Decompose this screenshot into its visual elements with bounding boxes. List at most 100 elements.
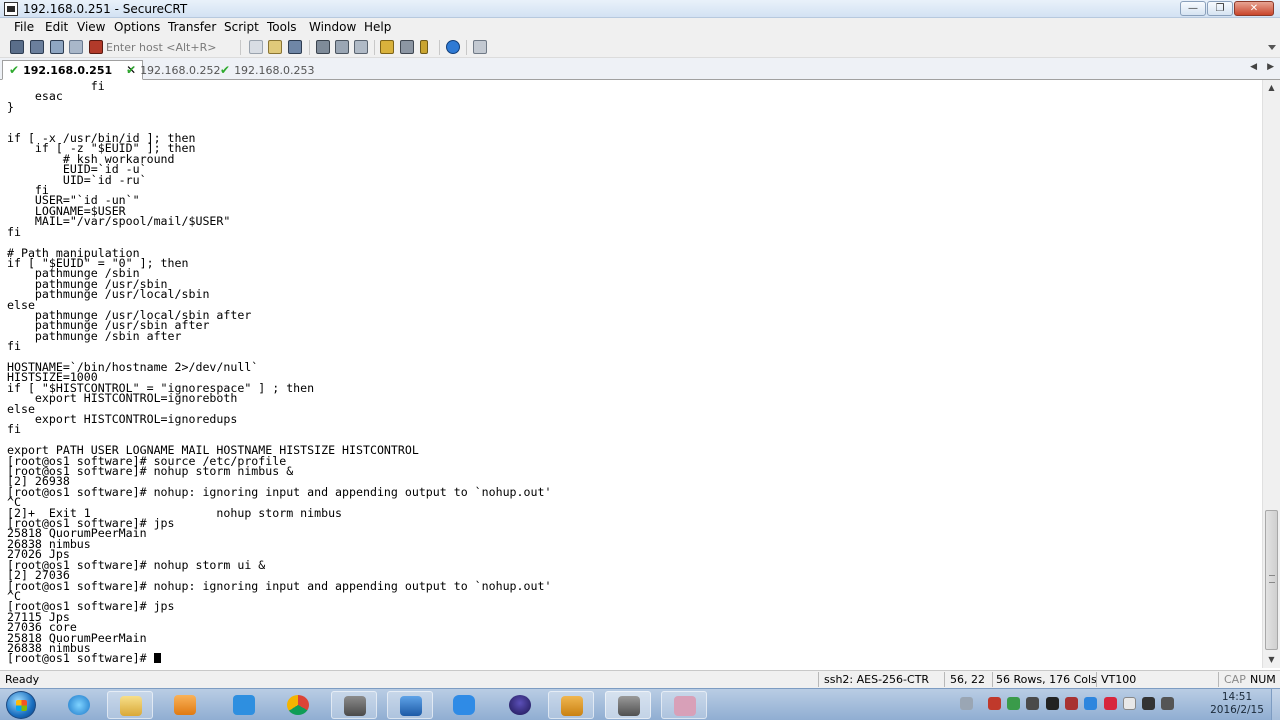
terminal-scrollbar[interactable]: ▲ ▼ — [1262, 80, 1280, 668]
terminal-line: MAIL="/var/spool/mail/$USER" — [7, 214, 231, 229]
securecrt-app-icon[interactable] — [4, 2, 18, 16]
toolbar-separator — [374, 40, 375, 55]
terminal-line: UID=`id -ru` — [7, 172, 147, 187]
tray-security-icon[interactable] — [1007, 697, 1020, 710]
terminal-line: [root@os1 software]# jps — [7, 599, 175, 614]
status-divider — [992, 672, 993, 687]
taskbar-app-window-3[interactable] — [548, 691, 594, 719]
terminal-line: export HISTCONTROL=ignoredups — [7, 412, 238, 426]
connect-in-tab-icon[interactable] — [50, 40, 64, 54]
terminal-window[interactable]: fi esac} if [ -x /usr/bin/id ]; then if … — [0, 80, 1262, 668]
minimize-button[interactable]: — — [1180, 1, 1206, 16]
maximize-button[interactable]: ❐ — [1207, 1, 1233, 16]
terminal-line: [root@os1 software]# nohup storm nimbus … — [7, 464, 294, 479]
taskbar-app-window-2[interactable] — [387, 691, 433, 719]
tab-label: 192.168.0.251 — [23, 63, 113, 77]
terminal-line: [root@os1 software]# nohup storm ui & — [7, 557, 266, 572]
tray-keyboard-icon[interactable] — [960, 697, 973, 710]
connect-icon[interactable] — [10, 40, 24, 54]
tab-session-252[interactable]: ✔ 192.168.0.252 — [120, 60, 227, 80]
scroll-thumb[interactable] — [1265, 510, 1278, 650]
tray-battery-icon[interactable] — [1123, 697, 1136, 710]
status-cipher: ssh2: AES-256-CTR — [824, 673, 930, 686]
disconnect-icon[interactable] — [89, 40, 103, 54]
status-divider — [944, 672, 945, 687]
taskbar-securecrt-active[interactable] — [605, 691, 651, 719]
print-setup-icon[interactable] — [354, 40, 368, 54]
find-icon[interactable] — [288, 40, 302, 54]
menu-window[interactable]: Window — [309, 20, 356, 34]
clock-date: 2016/2/15 — [1210, 704, 1264, 716]
terminal-line: fi — [7, 224, 21, 239]
menu-transfer[interactable]: Transfer — [168, 20, 216, 34]
quick-connect-icon[interactable] — [30, 40, 44, 54]
terminal-line: pathmunge /usr/local/sbin — [7, 287, 210, 302]
menu-file[interactable]: File — [14, 20, 34, 34]
tab-scroll-left-icon[interactable]: ◀ — [1250, 62, 1257, 72]
print-icon[interactable] — [316, 40, 330, 54]
menu-bar: File Edit View Options Transfer Script T… — [0, 18, 1280, 37]
dragonfly-app-icon — [674, 696, 696, 716]
taskbar-eclipse[interactable] — [497, 691, 543, 719]
tray-volume-icon[interactable] — [1161, 697, 1174, 710]
reconnect-icon[interactable] — [69, 40, 83, 54]
menu-edit[interactable]: Edit — [45, 20, 68, 34]
terminal-line: 27115 Jps — [7, 609, 70, 624]
status-bar: Ready ssh2: AES-256-CTR 56, 22 56 Rows, … — [0, 670, 1280, 688]
print-selection-icon[interactable] — [335, 40, 349, 54]
taskbar-media-player[interactable] — [162, 691, 208, 719]
menu-help[interactable]: Help — [364, 20, 391, 34]
menu-options[interactable]: Options — [114, 20, 160, 34]
start-button[interactable] — [6, 691, 36, 719]
tray-network-icon[interactable] — [1142, 697, 1155, 710]
copy-icon[interactable] — [249, 40, 263, 54]
session-options-icon[interactable] — [380, 40, 394, 54]
tray-cloud-icon[interactable] — [1084, 697, 1097, 710]
taskbar-app-window-4[interactable] — [661, 691, 707, 719]
taskbar-internet-explorer[interactable] — [56, 691, 102, 719]
toolbar-separator — [439, 40, 440, 55]
toolbar-separator — [309, 40, 310, 55]
screen-capture-icon[interactable] — [473, 40, 487, 54]
tab-label: 192.168.0.253 — [234, 63, 315, 77]
chrome-icon — [287, 695, 309, 715]
menu-script[interactable]: Script — [224, 20, 259, 34]
taskbar-chrome[interactable] — [275, 691, 321, 719]
status-divider — [818, 672, 819, 687]
tray-update-icon[interactable] — [1104, 697, 1117, 710]
session-tab-bar: ✔ 192.168.0.251 ✕ ✔ 192.168.0.252 ✔ 192.… — [0, 58, 1280, 80]
toolbar — [0, 37, 1280, 58]
show-desktop-button[interactable] — [1271, 689, 1280, 720]
tab-session-253[interactable]: ✔ 192.168.0.253 — [214, 60, 321, 80]
windows-taskbar: 14:51 2016/2/15 — [0, 688, 1280, 720]
global-options-icon[interactable] — [400, 40, 414, 54]
connected-check-icon: ✔ — [9, 63, 20, 77]
scroll-up-icon[interactable]: ▲ — [1263, 80, 1280, 96]
taskbar-clock[interactable]: 14:51 2016/2/15 — [1203, 691, 1271, 717]
terminal-line: [root@os1 software]# nohup: ignoring inp… — [7, 484, 552, 499]
enter-host-input[interactable] — [106, 39, 234, 55]
taskbar-app-window-1[interactable] — [331, 691, 377, 719]
tray-grid-icon[interactable] — [1026, 697, 1039, 710]
tray-shield-icon[interactable] — [1065, 697, 1078, 710]
taskbar-feather-app[interactable] — [441, 691, 487, 719]
menu-view[interactable]: View — [77, 20, 105, 34]
status-divider — [1218, 672, 1219, 687]
menu-tools[interactable]: Tools — [267, 20, 297, 34]
toolbar-overflow-icon[interactable] — [1268, 45, 1276, 50]
keymap-icon[interactable] — [420, 40, 428, 54]
connected-check-icon: ✔ — [126, 63, 137, 77]
help-icon[interactable] — [446, 40, 460, 54]
terminal-output[interactable]: fi esac} if [ -x /usr/bin/id ]; then if … — [7, 80, 552, 664]
terminal-line: [root@os1 software]# — [7, 652, 551, 664]
tab-scroll-right-icon[interactable]: ▶ — [1267, 62, 1274, 72]
tray-antivirus-icon[interactable] — [988, 697, 1001, 710]
paste-icon[interactable] — [268, 40, 282, 54]
close-button[interactable]: ✕ — [1234, 1, 1274, 16]
taskbar-file-explorer[interactable] — [107, 691, 153, 719]
title-bar: 192.168.0.251 - SecureCRT — ❐ ✕ — [0, 0, 1280, 18]
tray-app-icon[interactable] — [1046, 697, 1059, 710]
scroll-down-icon[interactable]: ▼ — [1263, 652, 1280, 668]
taskbar-cloud-app[interactable] — [221, 691, 267, 719]
